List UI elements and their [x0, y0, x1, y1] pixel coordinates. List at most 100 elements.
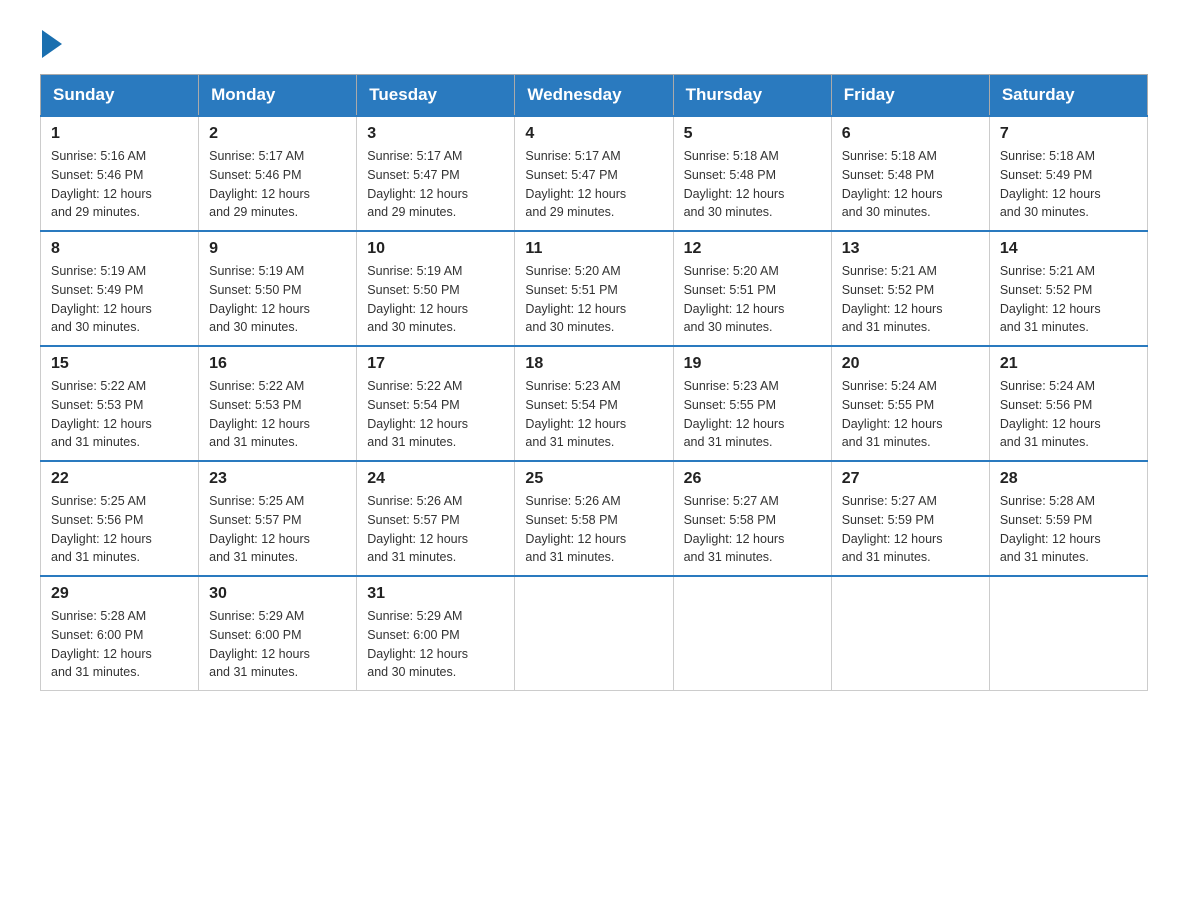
weekday-header-wednesday: Wednesday [515, 75, 673, 117]
day-number: 22 [51, 470, 188, 488]
calendar-cell: 31Sunrise: 5:29 AMSunset: 6:00 PMDayligh… [357, 576, 515, 691]
calendar-cell: 1Sunrise: 5:16 AMSunset: 5:46 PMDaylight… [41, 116, 199, 231]
calendar-cell: 29Sunrise: 5:28 AMSunset: 6:00 PMDayligh… [41, 576, 199, 691]
calendar-cell: 10 Sunrise: 5:19 AMSunset: 5:50 PMDayligh… [357, 231, 515, 346]
day-info: Sunrise: 5:16 AMSunset: 5:46 PMDaylight:… [51, 147, 188, 222]
day-info: Sunrise: 5:20 AMSunset: 5:51 PMDaylight:… [684, 262, 821, 337]
calendar-cell: 7Sunrise: 5:18 AMSunset: 5:49 PMDaylight… [989, 116, 1147, 231]
day-info: Sunrise: 5:17 AMSunset: 5:47 PMDaylight:… [367, 147, 504, 222]
weekday-header-thursday: Thursday [673, 75, 831, 117]
calendar-cell: 30 Sunrise: 5:29 AMSunset: 6:00 PMDayligh… [199, 576, 357, 691]
calendar-cell: 17 Sunrise: 5:22 AMSunset: 5:54 PMDayligh… [357, 346, 515, 461]
calendar-cell: 25 Sunrise: 5:26 AMSunset: 5:58 PMDayligh… [515, 461, 673, 576]
calendar-cell [831, 576, 989, 691]
calendar-table: SundayMondayTuesdayWednesdayThursdayFrid… [40, 74, 1148, 691]
day-number: 4 [525, 125, 662, 143]
logo-arrow-icon [42, 30, 62, 58]
calendar-header-row: SundayMondayTuesdayWednesdayThursdayFrid… [41, 75, 1148, 117]
calendar-cell: 4 Sunrise: 5:17 AMSunset: 5:47 PMDaylight… [515, 116, 673, 231]
calendar-cell: 16 Sunrise: 5:22 AMSunset: 5:53 PMDayligh… [199, 346, 357, 461]
weekday-header-friday: Friday [831, 75, 989, 117]
day-number: 30 [209, 585, 346, 603]
day-info: Sunrise: 5:18 AMSunset: 5:48 PMDaylight:… [842, 147, 979, 222]
calendar-cell [515, 576, 673, 691]
day-info: Sunrise: 5:22 AMSunset: 5:53 PMDaylight:… [51, 377, 188, 452]
weekday-header-tuesday: Tuesday [357, 75, 515, 117]
day-info: Sunrise: 5:20 AMSunset: 5:51 PMDaylight:… [525, 262, 662, 337]
day-number: 26 [684, 470, 821, 488]
calendar-week-row: 15 Sunrise: 5:22 AMSunset: 5:53 PMDayligh… [41, 346, 1148, 461]
day-info: Sunrise: 5:24 AMSunset: 5:56 PMDaylight:… [1000, 377, 1137, 452]
day-number: 19 [684, 355, 821, 373]
weekday-header-sunday: Sunday [41, 75, 199, 117]
day-info: Sunrise: 5:28 AMSunset: 6:00 PMDaylight:… [51, 607, 188, 682]
calendar-week-row: 29Sunrise: 5:28 AMSunset: 6:00 PMDayligh… [41, 576, 1148, 691]
day-number: 27 [842, 470, 979, 488]
calendar-cell [989, 576, 1147, 691]
day-number: 5 [684, 125, 821, 143]
weekday-header-saturday: Saturday [989, 75, 1147, 117]
day-number: 6 [842, 125, 979, 143]
day-info: Sunrise: 5:19 AMSunset: 5:50 PMDaylight:… [209, 262, 346, 337]
calendar-cell: 3 Sunrise: 5:17 AMSunset: 5:47 PMDaylight… [357, 116, 515, 231]
day-number: 12 [684, 240, 821, 258]
day-info: Sunrise: 5:24 AMSunset: 5:55 PMDaylight:… [842, 377, 979, 452]
day-number: 16 [209, 355, 346, 373]
calendar-cell: 19 Sunrise: 5:23 AMSunset: 5:55 PMDayligh… [673, 346, 831, 461]
calendar-cell: 18Sunrise: 5:23 AMSunset: 5:54 PMDayligh… [515, 346, 673, 461]
day-number: 15 [51, 355, 188, 373]
calendar-cell: 15 Sunrise: 5:22 AMSunset: 5:53 PMDayligh… [41, 346, 199, 461]
calendar-cell: 22 Sunrise: 5:25 AMSunset: 5:56 PMDayligh… [41, 461, 199, 576]
day-info: Sunrise: 5:25 AMSunset: 5:57 PMDaylight:… [209, 492, 346, 567]
calendar-cell: 24Sunrise: 5:26 AMSunset: 5:57 PMDayligh… [357, 461, 515, 576]
day-info: Sunrise: 5:22 AMSunset: 5:53 PMDaylight:… [209, 377, 346, 452]
calendar-cell [673, 576, 831, 691]
day-info: Sunrise: 5:23 AMSunset: 5:55 PMDaylight:… [684, 377, 821, 452]
day-number: 3 [367, 125, 504, 143]
day-number: 11 [525, 240, 662, 258]
day-info: Sunrise: 5:17 AMSunset: 5:46 PMDaylight:… [209, 147, 346, 222]
day-info: Sunrise: 5:27 AMSunset: 5:59 PMDaylight:… [842, 492, 979, 567]
calendar-cell: 14Sunrise: 5:21 AMSunset: 5:52 PMDayligh… [989, 231, 1147, 346]
calendar-cell: 5 Sunrise: 5:18 AMSunset: 5:48 PMDaylight… [673, 116, 831, 231]
day-info: Sunrise: 5:17 AMSunset: 5:47 PMDaylight:… [525, 147, 662, 222]
calendar-cell: 21 Sunrise: 5:24 AMSunset: 5:56 PMDayligh… [989, 346, 1147, 461]
calendar-cell: 12 Sunrise: 5:20 AMSunset: 5:51 PMDayligh… [673, 231, 831, 346]
day-info: Sunrise: 5:22 AMSunset: 5:54 PMDaylight:… [367, 377, 504, 452]
day-number: 23 [209, 470, 346, 488]
day-info: Sunrise: 5:18 AMSunset: 5:48 PMDaylight:… [684, 147, 821, 222]
day-number: 10 [367, 240, 504, 258]
calendar-cell: 2 Sunrise: 5:17 AMSunset: 5:46 PMDaylight… [199, 116, 357, 231]
day-number: 2 [209, 125, 346, 143]
page-header [40, 30, 1148, 54]
day-info: Sunrise: 5:26 AMSunset: 5:58 PMDaylight:… [525, 492, 662, 567]
calendar-week-row: 8 Sunrise: 5:19 AMSunset: 5:49 PMDaylight… [41, 231, 1148, 346]
day-number: 25 [525, 470, 662, 488]
day-info: Sunrise: 5:19 AMSunset: 5:50 PMDaylight:… [367, 262, 504, 337]
day-number: 8 [51, 240, 188, 258]
day-number: 14 [1000, 240, 1137, 258]
day-number: 9 [209, 240, 346, 258]
day-info: Sunrise: 5:29 AMSunset: 6:00 PMDaylight:… [367, 607, 504, 682]
calendar-cell: 26 Sunrise: 5:27 AMSunset: 5:58 PMDayligh… [673, 461, 831, 576]
day-number: 20 [842, 355, 979, 373]
day-number: 13 [842, 240, 979, 258]
day-number: 24 [367, 470, 504, 488]
day-info: Sunrise: 5:19 AMSunset: 5:49 PMDaylight:… [51, 262, 188, 337]
day-info: Sunrise: 5:28 AMSunset: 5:59 PMDaylight:… [1000, 492, 1137, 567]
day-number: 28 [1000, 470, 1137, 488]
calendar-cell: 11 Sunrise: 5:20 AMSunset: 5:51 PMDayligh… [515, 231, 673, 346]
weekday-header-monday: Monday [199, 75, 357, 117]
day-info: Sunrise: 5:23 AMSunset: 5:54 PMDaylight:… [525, 377, 662, 452]
day-number: 7 [1000, 125, 1137, 143]
day-number: 17 [367, 355, 504, 373]
day-info: Sunrise: 5:25 AMSunset: 5:56 PMDaylight:… [51, 492, 188, 567]
day-info: Sunrise: 5:29 AMSunset: 6:00 PMDaylight:… [209, 607, 346, 682]
calendar-cell: 6 Sunrise: 5:18 AMSunset: 5:48 PMDaylight… [831, 116, 989, 231]
day-number: 21 [1000, 355, 1137, 373]
calendar-cell: 9 Sunrise: 5:19 AMSunset: 5:50 PMDaylight… [199, 231, 357, 346]
day-info: Sunrise: 5:27 AMSunset: 5:58 PMDaylight:… [684, 492, 821, 567]
calendar-cell: 23 Sunrise: 5:25 AMSunset: 5:57 PMDayligh… [199, 461, 357, 576]
calendar-week-row: 1Sunrise: 5:16 AMSunset: 5:46 PMDaylight… [41, 116, 1148, 231]
calendar-cell: 8 Sunrise: 5:19 AMSunset: 5:49 PMDaylight… [41, 231, 199, 346]
